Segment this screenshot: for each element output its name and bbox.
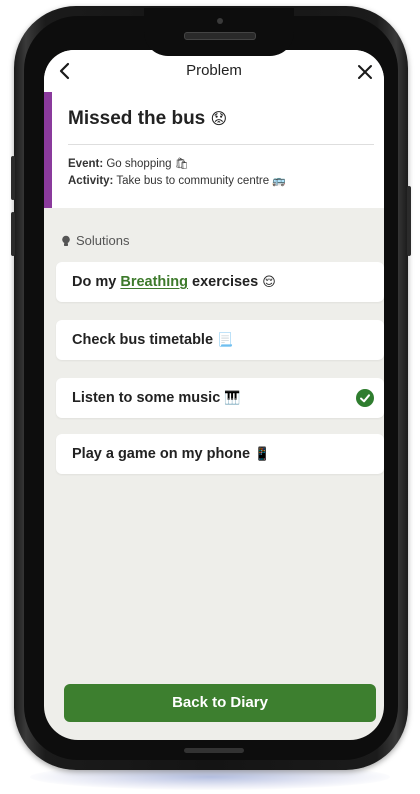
- problem-title-text: Missed the bus: [68, 108, 206, 129]
- solutions-heading-text: Solutions: [76, 233, 130, 248]
- solution-prefix: Play a game on my phone: [72, 446, 251, 462]
- checkmark-icon: [360, 394, 370, 403]
- chevron-left-icon: [59, 62, 70, 80]
- close-button[interactable]: [354, 61, 376, 83]
- worried-face-icon: 😟: [210, 109, 228, 128]
- solution-item[interactable]: Do my Breathing exercises 😌: [56, 262, 384, 302]
- solution-prefix: Check bus timetable: [72, 332, 214, 348]
- activity-value: Take bus to community centre: [116, 175, 270, 187]
- problem-card: Missed the bus 😟 Event: Go shopping 🛍 Ac…: [44, 92, 384, 208]
- solution-prefix: Do my: [72, 274, 121, 290]
- top-bar: Problem: [44, 50, 384, 92]
- close-icon: [358, 65, 372, 79]
- lightbulb-icon: [62, 235, 70, 246]
- bus-icon: 🚌: [272, 174, 287, 187]
- solution-item[interactable]: Listen to some music 🎹: [56, 378, 384, 418]
- divider: [68, 144, 374, 145]
- back-button[interactable]: [54, 60, 76, 82]
- power-button: [407, 186, 411, 256]
- home-indicator: [184, 748, 244, 753]
- solution-item[interactable]: Play a game on my phone 📱: [56, 434, 384, 474]
- activity-line: Activity: Take bus to community centre 🚌: [68, 174, 286, 187]
- solution-label: Check bus timetable 📃: [72, 332, 233, 348]
- piano-keys-icon: 🎹: [224, 391, 241, 406]
- back-to-diary-button[interactable]: Back to Diary: [64, 684, 376, 722]
- event-value: Go shopping: [106, 158, 172, 170]
- solution-label: Listen to some music 🎹: [72, 390, 240, 406]
- volume-up-button: [11, 156, 15, 200]
- phone-notch: [144, 8, 294, 56]
- relieved-face-icon: 😌: [262, 275, 276, 290]
- breathing-link[interactable]: Breathing: [120, 274, 188, 290]
- event-label: Event:: [68, 158, 104, 170]
- app-screen: Problem Missed the bus 😟 Event: Go shopp…: [44, 50, 384, 740]
- event-line: Event: Go shopping 🛍: [68, 157, 189, 170]
- solution-label: Play a game on my phone 📱: [72, 446, 270, 462]
- speaker-grille: [184, 32, 256, 40]
- solution-label: Do my Breathing exercises 😌: [72, 274, 276, 290]
- activity-label: Activity:: [68, 175, 114, 187]
- page-title: Problem: [186, 62, 242, 79]
- solution-prefix: Listen to some music: [72, 390, 221, 406]
- solutions-heading: Solutions: [60, 233, 129, 248]
- volume-down-button: [11, 212, 15, 256]
- solution-suffix: exercises: [188, 274, 259, 290]
- camera-icon: [217, 18, 223, 24]
- problem-title: Missed the bus 😟: [68, 108, 227, 130]
- page-icon: 📃: [217, 333, 234, 348]
- solution-item[interactable]: Check bus timetable 📃: [56, 320, 384, 360]
- shopping-bags-icon: 🛍: [174, 157, 189, 170]
- problem-accent-bar: [44, 92, 52, 208]
- selected-check-icon: [356, 389, 374, 407]
- mobile-phone-icon: 📱: [254, 447, 271, 462]
